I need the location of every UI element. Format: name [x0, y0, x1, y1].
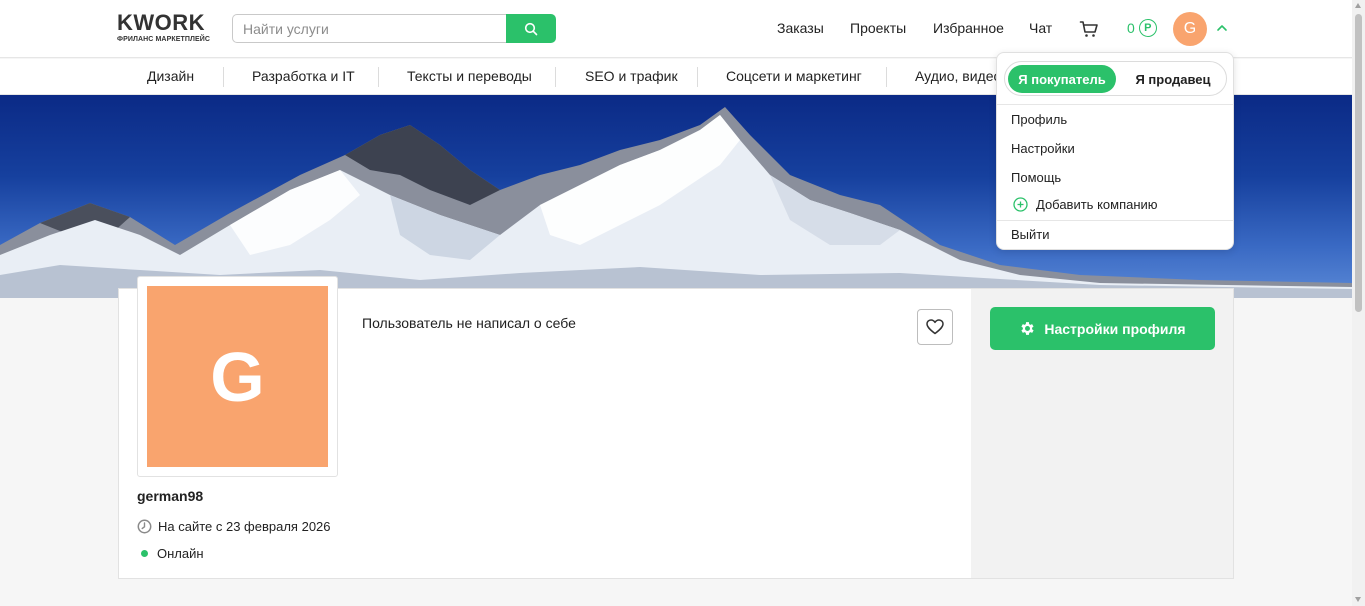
menu-item-settings[interactable]: Настройки: [1011, 141, 1075, 156]
profile-about: Пользователь не написал о себе: [362, 315, 576, 331]
online-status: Онлайн: [141, 546, 204, 561]
user-menu-dropdown: Я покупатель Я продавец Профиль Настройк…: [996, 52, 1234, 250]
logo-tagline: ФРИЛАНС МАРКЕТПЛЕЙС: [117, 36, 211, 43]
online-dot-icon: [141, 550, 148, 557]
balance[interactable]: 0 Р: [1127, 19, 1157, 37]
profile-avatar: G: [147, 286, 328, 467]
menu-divider: [997, 104, 1233, 105]
search-button[interactable]: [506, 14, 556, 43]
menu-divider: [997, 220, 1233, 221]
category-development[interactable]: Разработка и IT: [252, 68, 355, 84]
profile-username: german98: [137, 488, 204, 504]
category-texts[interactable]: Тексты и переводы: [407, 68, 532, 84]
page-scrollbar[interactable]: [1352, 0, 1365, 606]
scroll-up-arrow-icon[interactable]: [1355, 3, 1361, 8]
cart-button[interactable]: [1079, 19, 1099, 39]
member-since-text: На сайте с 23 февраля 2026: [158, 519, 331, 534]
gear-icon: [1021, 322, 1034, 335]
online-status-text: Онлайн: [157, 546, 204, 561]
menu-item-logout-label: Выйти: [1011, 227, 1050, 242]
menu-item-settings-label: Настройки: [1011, 141, 1075, 156]
chevron-up-icon[interactable]: [1216, 22, 1228, 34]
mode-switcher: Я покупатель Я продавец: [1004, 61, 1227, 96]
category-audio-video[interactable]: Аудио, видео: [915, 68, 1001, 84]
kwork-logo[interactable]: KWORK ФРИЛАНС МАРКЕТПЛЕЙС: [117, 12, 221, 46]
category-design[interactable]: Дизайн: [147, 68, 194, 84]
clock-icon: [137, 519, 152, 534]
nav-projects[interactable]: Проекты: [850, 20, 906, 36]
category-divider: [555, 67, 556, 87]
profile-settings-label: Настройки профиля: [1044, 320, 1186, 337]
menu-item-add-company-label: Добавить компанию: [1036, 197, 1158, 212]
category-divider: [697, 67, 698, 87]
category-social[interactable]: Соцсети и маркетинг: [726, 68, 862, 84]
scrollbar-thumb[interactable]: [1355, 14, 1362, 312]
plus-circle-icon: [1013, 197, 1028, 212]
balance-value: 0: [1127, 20, 1135, 36]
menu-item-help-label: Помощь: [1011, 170, 1062, 185]
menu-item-profile[interactable]: Профиль: [1011, 112, 1067, 127]
scroll-down-arrow-icon[interactable]: [1355, 597, 1361, 602]
profile-photo-frame: G: [137, 276, 338, 477]
menu-item-profile-label: Профиль: [1011, 112, 1068, 127]
nav-chat[interactable]: Чат: [1029, 20, 1052, 36]
mode-buyer-button[interactable]: Я покупатель: [1008, 65, 1116, 93]
user-avatar[interactable]: G: [1173, 12, 1207, 46]
menu-item-help[interactable]: Помощь: [1011, 170, 1061, 185]
nav-favorites[interactable]: Избранное: [933, 20, 1004, 36]
search-bar: [232, 14, 556, 43]
member-since: На сайте с 23 февраля 2026: [137, 519, 331, 534]
menu-item-add-company[interactable]: Добавить компанию: [1013, 197, 1158, 212]
category-divider: [378, 67, 379, 87]
category-seo[interactable]: SEO и трафик: [585, 68, 678, 84]
profile-settings-button[interactable]: Настройки профиля: [990, 307, 1215, 350]
favorite-button[interactable]: [917, 309, 953, 345]
search-input[interactable]: [232, 14, 506, 43]
category-divider: [223, 67, 224, 87]
mode-seller-button[interactable]: Я продавец: [1121, 65, 1225, 93]
heart-icon: [926, 319, 944, 335]
cart-icon: [1079, 21, 1098, 37]
site-header: KWORK ФРИЛАНС МАРКЕТПЛЕЙС Заказы Проекты…: [0, 0, 1352, 58]
ruble-icon: Р: [1138, 19, 1157, 37]
menu-item-logout[interactable]: Выйти: [1011, 227, 1050, 242]
search-icon: [524, 22, 538, 35]
nav-orders[interactable]: Заказы: [777, 20, 824, 36]
logo-wordmark: KWORK: [117, 10, 206, 35]
category-divider: [886, 67, 887, 87]
